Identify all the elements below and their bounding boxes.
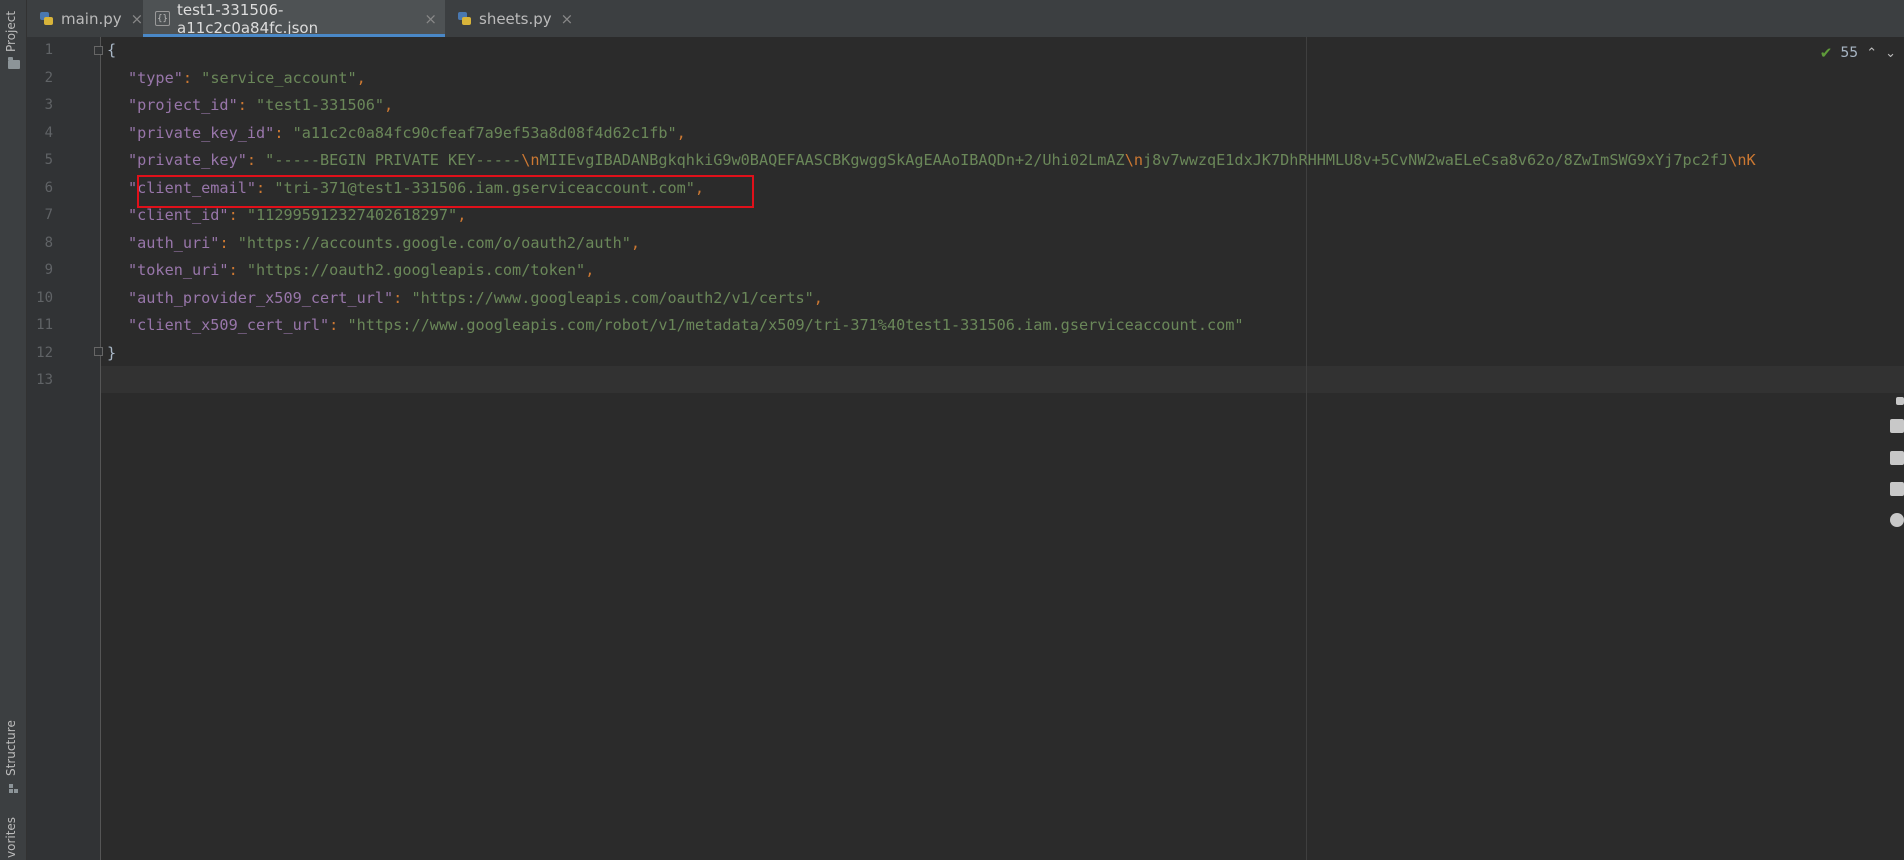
tab-label: main.py <box>61 9 122 28</box>
code-line-1: { <box>107 37 116 65</box>
folder-icon[interactable] <box>8 57 20 69</box>
json-value: "test1-331506" <box>256 96 385 114</box>
code-line-11: "client_x509_cert_url": "https://www.goo… <box>128 316 1244 334</box>
favorites-tool-tab[interactable]: vorites <box>4 817 18 858</box>
json-key: "auth_uri" <box>128 233 220 252</box>
json-key: "auth_provider_x509_cert_url" <box>128 288 394 307</box>
line-number: 6 <box>44 179 53 196</box>
escape-sequence: \nK <box>1728 151 1756 169</box>
json-value-part: j8v7wwzqE1dxJK7DhRHHMLU8v+5CvNW2waELeCsa… <box>1143 151 1729 169</box>
json-key: "project_id" <box>128 96 238 114</box>
json-value: "https://accounts.google.com/o/oauth2/au… <box>237 233 631 252</box>
json-key: "client_id" <box>128 206 229 224</box>
code-line-5: "private_key": "-----BEGIN PRIVATE KEY--… <box>128 151 1756 169</box>
python-file-icon <box>457 11 472 26</box>
json-key: "type" <box>128 68 183 87</box>
line-number: 5 <box>44 152 53 168</box>
close-icon[interactable]: × <box>131 10 144 28</box>
code-line-10: "auth_provider_x509_cert_url": "https://… <box>128 288 823 307</box>
code-line-8: "auth_uri": "https://accounts.google.com… <box>128 233 641 252</box>
annotation-highlight-box <box>137 175 754 208</box>
project-tool-tab[interactable]: Project <box>4 11 18 52</box>
inspection-count: 55 <box>1840 45 1859 61</box>
tab-label: sheets.py <box>479 9 552 28</box>
tab-label: test1-331506-a11c2c0a84fc.json <box>177 0 319 37</box>
checkmark-icon: ✔ <box>1819 44 1833 62</box>
json-value: "https://www.googleapis.com/oauth2/v1/ce… <box>411 288 814 307</box>
code-line-9: "token_uri": "https://oauth2.googleapis.… <box>128 261 595 279</box>
python-file-icon <box>39 11 54 26</box>
line-number: 11 <box>36 317 53 333</box>
code-line-4: "private_key_id": "a11c2c0a84fc90cfeaf7a… <box>128 123 686 142</box>
json-value: "https://oauth2.googleapis.com/token" <box>246 261 586 279</box>
json-value-part: MIIEvgIBADANBgkqhkiG9w0BAQEFAASCBKgwggSk… <box>539 151 1125 169</box>
code-line-12: } <box>107 340 116 368</box>
line-number: 9 <box>44 262 53 278</box>
inspection-widget[interactable]: ✔ 55 ⌃ ⌄ <box>1820 44 1896 62</box>
gear-icon[interactable] <box>1890 513 1904 527</box>
fold-marker-icon[interactable] <box>94 46 103 55</box>
structure-icon[interactable] <box>9 784 19 794</box>
square-icon[interactable] <box>1890 451 1904 465</box>
escape-sequence: \n <box>521 151 540 169</box>
line-number: 10 <box>36 289 53 306</box>
json-value: "service_account" <box>201 68 357 87</box>
current-line-highlight <box>101 366 1904 393</box>
close-icon[interactable]: × <box>424 10 437 28</box>
left-tool-strip: Project Structure vorites <box>0 0 27 860</box>
structure-tool-tab[interactable]: Structure <box>4 720 18 776</box>
line-number: 2 <box>44 69 53 86</box>
json-file-icon: {} <box>155 11 170 26</box>
fold-marker-icon[interactable] <box>94 347 103 356</box>
close-icon[interactable]: × <box>561 10 574 28</box>
json-value: "a11c2c0a84fc90cfeaf7a9ef53a8d08f4d62c1f… <box>292 123 677 142</box>
tab-sheets-py[interactable]: sheets.py × <box>445 0 573 37</box>
pin-icon[interactable] <box>1896 397 1904 405</box>
code-editor[interactable]: 1 2 3 4 5 6 7 8 9 10 11 12 13 { "type": … <box>27 37 1904 860</box>
line-number: 7 <box>44 207 53 223</box>
json-key: "client_x509_cert_url" <box>128 316 330 334</box>
chevron-down-icon[interactable]: ⌄ <box>1885 46 1896 61</box>
line-gutter: 1 2 3 4 5 6 7 8 9 10 11 12 13 <box>27 37 103 860</box>
chevron-up-icon[interactable]: ⌃ <box>1866 46 1877 61</box>
tab-json-file[interactable]: {} test1-331506-a11c2c0a84fc.json × <box>143 0 445 37</box>
line-number: 1 <box>44 42 53 58</box>
json-value: "112995912327402618297" <box>246 206 458 224</box>
close-brace: } <box>107 343 117 362</box>
code-line-3: "project_id": "test1-331506", <box>128 96 394 114</box>
line-number: 13 <box>36 372 53 388</box>
code-line-2: "type": "service_account", <box>128 68 366 87</box>
json-value: "https://www.googleapis.com/robot/v1/met… <box>347 316 1244 334</box>
json-value-part: "-----BEGIN PRIVATE KEY----- <box>265 151 522 169</box>
copy-icon[interactable] <box>1890 482 1904 496</box>
line-number: 3 <box>44 97 53 113</box>
open-brace: { <box>107 41 117 59</box>
json-key: "private_key" <box>128 151 247 169</box>
editor-tab-bar: main.py × {} test1-331506-a11c2c0a84fc.j… <box>27 0 1904 38</box>
json-key: "private_key_id" <box>128 123 275 142</box>
escape-sequence: \n <box>1124 151 1143 169</box>
tab-main-py[interactable]: main.py × <box>27 0 143 37</box>
line-number: 8 <box>44 234 53 251</box>
json-key: "token_uri" <box>128 261 229 279</box>
camera-icon[interactable] <box>1890 419 1904 433</box>
line-number: 4 <box>44 124 53 141</box>
line-number: 12 <box>36 344 53 361</box>
